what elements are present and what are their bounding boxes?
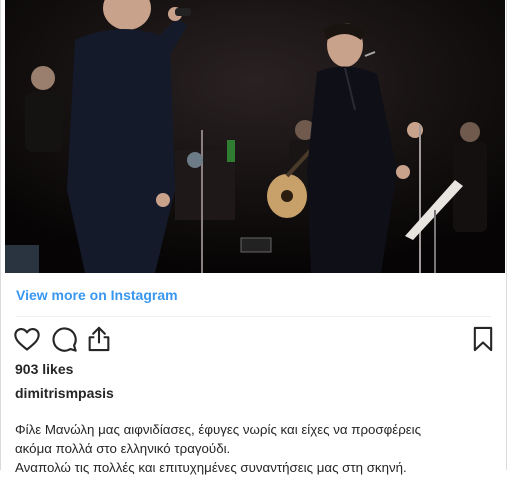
share-icon[interactable] — [85, 325, 113, 353]
likes-count[interactable]: 903 likes — [15, 361, 73, 377]
concert-stage-photo — [5, 0, 505, 273]
view-more-on-instagram-link[interactable]: View more on Instagram — [16, 287, 178, 303]
bookmark-icon[interactable] — [469, 325, 497, 353]
post-photo[interactable] — [5, 0, 505, 273]
post-caption: Φίλε Μανώλη μας αιφνιδίασες, έφυγες νωρί… — [15, 420, 495, 477]
action-bar — [13, 325, 495, 353]
username-link[interactable]: dimitrismpasis — [15, 385, 114, 401]
heart-icon[interactable] — [13, 325, 41, 353]
instagram-embed-card: View more on Instagram 903 likes dimitri… — [0, 0, 507, 475]
comment-icon[interactable] — [50, 325, 78, 353]
caption-line: Φίλε Μανώλη μας αιφνιδίασες, έφυγες νωρί… — [15, 422, 422, 437]
caption-line: Αναπολώ τις πολλές και επιτυχημένες συνα… — [15, 460, 407, 475]
caption-line: ακόμα πολλά στο ελληνικό τραγούδι. — [15, 441, 231, 456]
divider — [16, 316, 491, 317]
